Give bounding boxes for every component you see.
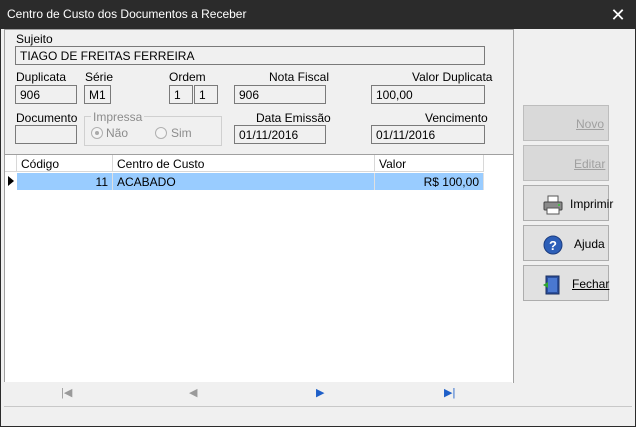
serie-label: Série bbox=[85, 70, 114, 84]
duplicata-label: Duplicata bbox=[16, 70, 67, 84]
fechar-button[interactable]: Fechar bbox=[523, 265, 609, 301]
svg-text:?: ? bbox=[549, 238, 557, 253]
vencimento-label: Vencimento bbox=[425, 111, 488, 125]
printer-icon bbox=[543, 195, 563, 215]
window-title: Centro de Custo dos Documentos a Receber bbox=[7, 7, 247, 21]
column-header-valor[interactable]: Valor bbox=[375, 155, 484, 172]
nota-fiscal-field[interactable]: 906 bbox=[234, 85, 326, 104]
cost-center-grid: Código Centro de Custo Valor 11 ACABADO … bbox=[5, 154, 513, 383]
exit-door-icon bbox=[543, 275, 560, 295]
duplicata-field[interactable]: 906 bbox=[15, 85, 77, 104]
vencimento-field[interactable]: 01/11/2016 bbox=[371, 125, 485, 144]
valor-duplicata-label: Valor Duplicata bbox=[412, 70, 493, 84]
imprimir-button-label: Imprimir bbox=[570, 197, 614, 211]
document-panel: Sujeito TIAGO DE FREITAS FERREIRA Duplic… bbox=[4, 29, 514, 383]
column-header-centro-de-custo[interactable]: Centro de Custo bbox=[113, 155, 375, 172]
sujeito-label: Sujeito bbox=[16, 32, 53, 46]
current-row-indicator-icon bbox=[8, 176, 14, 186]
novo-button-label: Novo bbox=[576, 117, 605, 131]
editar-button-label: Editar bbox=[574, 157, 606, 171]
documento-label: Documento bbox=[16, 111, 78, 125]
dialog-window: Centro de Custo dos Documentos a Receber… bbox=[0, 0, 636, 427]
next-record-icon[interactable]: ▶ bbox=[316, 386, 324, 399]
first-record-icon[interactable]: |◀ bbox=[61, 386, 72, 399]
last-record-icon[interactable]: ▶| bbox=[444, 386, 455, 399]
record-navigator: |◀ ◀ ▶ ▶| bbox=[4, 382, 512, 404]
ajuda-button[interactable]: ? Ajuda bbox=[523, 225, 609, 261]
status-bar bbox=[4, 406, 632, 425]
impressa-sim-radio[interactable] bbox=[155, 127, 167, 139]
valor-duplicata-field[interactable]: 100,00 bbox=[371, 85, 485, 104]
nota-fiscal-label: Nota Fiscal bbox=[269, 70, 330, 84]
impressa-nao-label: Não bbox=[106, 126, 129, 140]
editar-button[interactable]: Editar bbox=[523, 145, 609, 181]
table-row-centro[interactable]: ACABADO bbox=[113, 173, 375, 190]
table-row-valor[interactable]: R$ 100,00 bbox=[375, 173, 484, 190]
data-emissao-field[interactable]: 01/11/2016 bbox=[234, 125, 326, 144]
documento-field[interactable] bbox=[15, 125, 77, 144]
row-indicator-header bbox=[5, 155, 17, 172]
close-icon[interactable]: ✕ bbox=[607, 4, 629, 26]
ordem-field-2[interactable]: 1 bbox=[194, 85, 218, 104]
help-icon: ? bbox=[543, 235, 563, 255]
sujeito-field[interactable]: TIAGO DE FREITAS FERREIRA bbox=[15, 46, 485, 65]
title-bar[interactable]: Centro de Custo dos Documentos a Receber… bbox=[1, 1, 635, 29]
ordem-label: Ordem bbox=[169, 70, 206, 84]
table-row-codigo[interactable]: 11 bbox=[17, 173, 113, 190]
novo-button[interactable]: Novo bbox=[523, 105, 609, 141]
fechar-button-label: Fechar bbox=[572, 277, 610, 291]
actions-pane: Novo Editar Imprimir ? Ajuda Fechar bbox=[514, 29, 634, 405]
prior-record-icon[interactable]: ◀ bbox=[189, 386, 197, 399]
impressa-nao-radio[interactable] bbox=[91, 127, 103, 139]
impressa-label: Impressa bbox=[91, 110, 145, 124]
imprimir-button[interactable]: Imprimir bbox=[523, 185, 613, 221]
ajuda-button-label: Ajuda bbox=[574, 237, 605, 251]
impressa-sim-label: Sim bbox=[171, 126, 192, 140]
data-emissao-label: Data Emissão bbox=[256, 111, 331, 125]
ordem-field-1[interactable]: 1 bbox=[169, 85, 193, 104]
column-header-codigo[interactable]: Código bbox=[17, 155, 113, 172]
serie-field[interactable]: M1 bbox=[84, 85, 111, 104]
